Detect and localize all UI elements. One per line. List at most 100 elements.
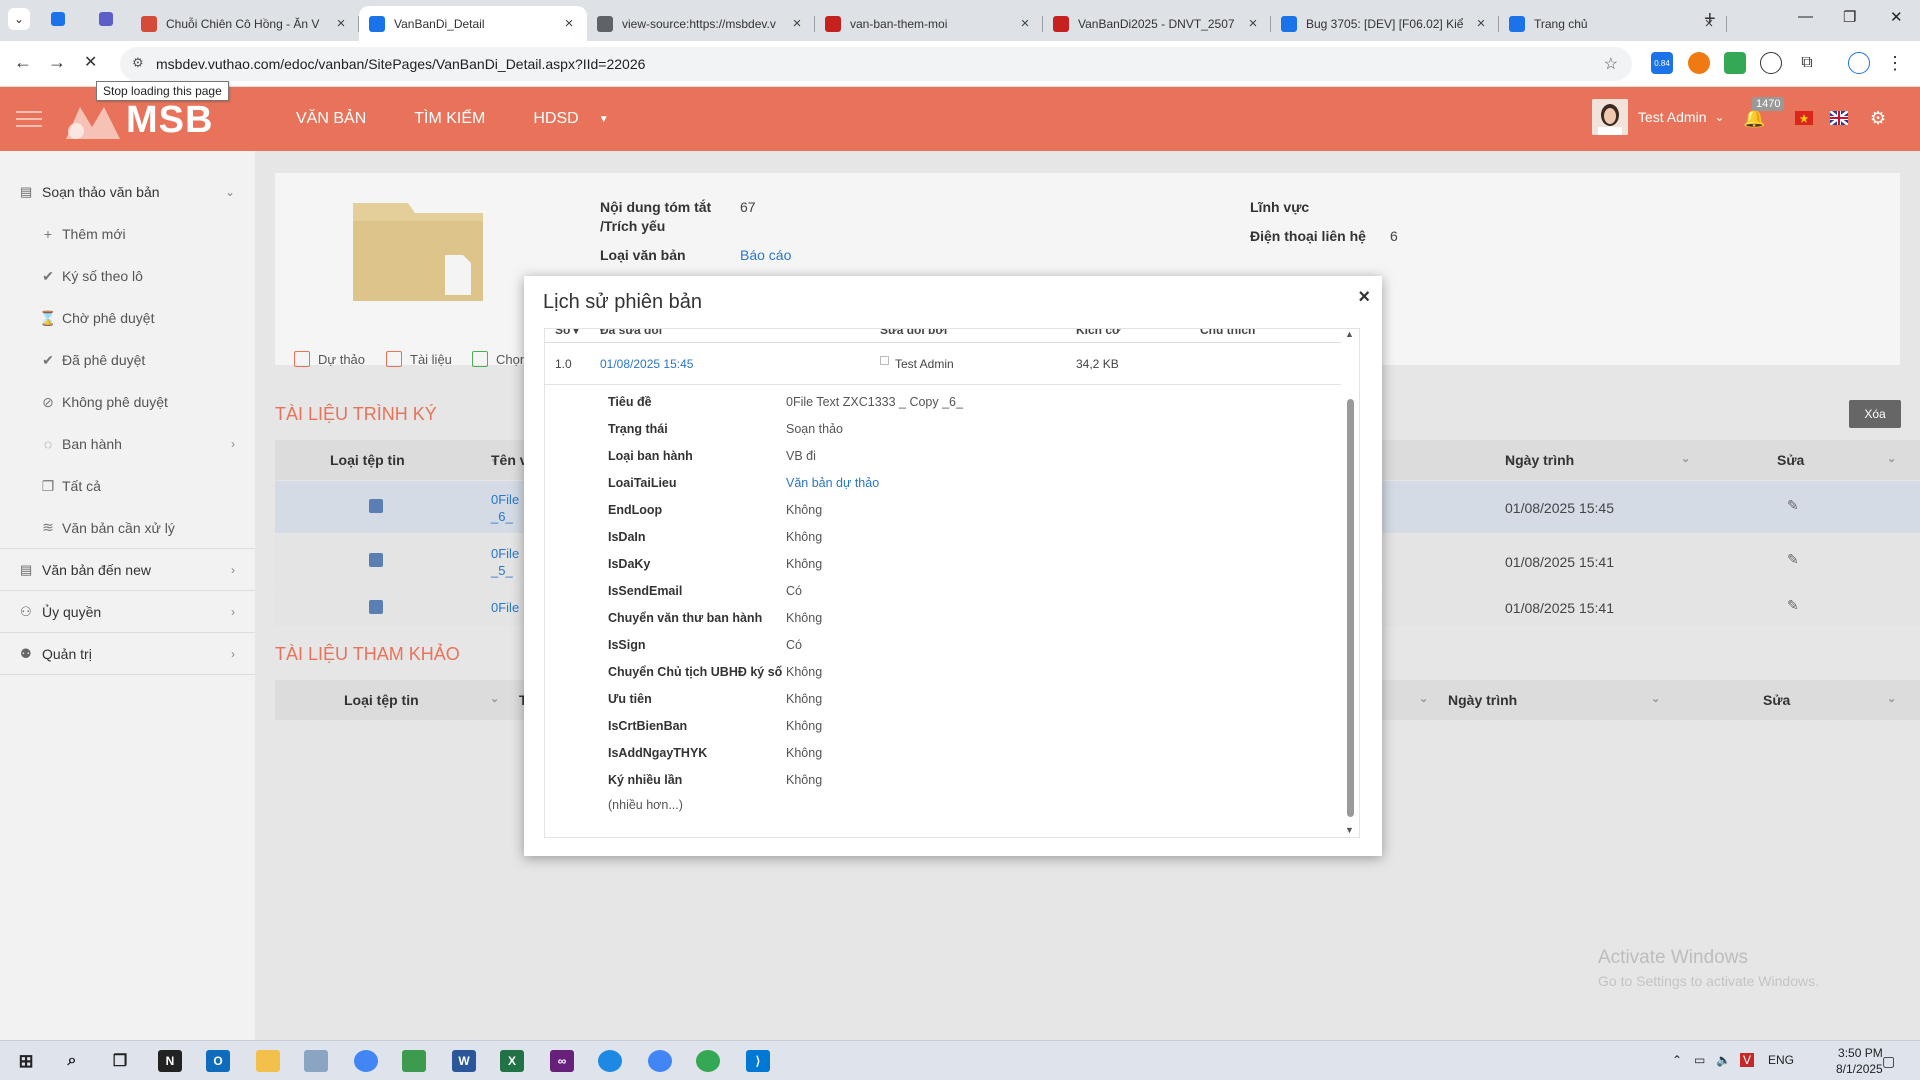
excel-icon[interactable]: X [500, 1050, 524, 1072]
sidebar-group-draft[interactable]: ▤ Soạn thảo văn bản ⌄ [0, 171, 255, 213]
col-edit-sort-icon[interactable]: ⌄ [1887, 692, 1896, 705]
col-date[interactable]: Ngày trình [1448, 692, 1517, 708]
col-date-sort-icon[interactable]: ⌄ [1681, 452, 1690, 465]
scroll-down-icon[interactable]: ▼ [1345, 825, 1354, 835]
sidebar-item-them-moi[interactable]: + Thêm mới [0, 213, 255, 255]
row-name-suffix[interactable]: _6_ [491, 509, 513, 524]
doctype-value[interactable]: Báo cáo [740, 247, 791, 263]
tab-close-icon[interactable]: × [1245, 15, 1261, 32]
hdsd-caret-icon[interactable]: ▼ [599, 114, 609, 128]
menu-van-ban[interactable]: VĂN BẢN [296, 110, 366, 128]
sidebar-item-khong-phe-duyet[interactable]: ⊘ Không phê duyệt [0, 381, 255, 423]
visual-studio-icon[interactable]: ∞ [550, 1050, 574, 1072]
notepad-icon[interactable] [402, 1050, 426, 1072]
close-window-button[interactable]: ✕ [1890, 8, 1903, 26]
url-input[interactable]: ⚙ msbdev.vuthao.com/edoc/vanban/SitePage… [120, 47, 1632, 81]
vietkey-icon[interactable]: V [1740, 1053, 1755, 1067]
row-name-link[interactable]: 0File [491, 600, 519, 615]
tab-search-icon[interactable]: ⌄ [8, 8, 30, 30]
col-edit[interactable]: Sửa [1763, 692, 1790, 708]
col-version-no[interactable]: Số [555, 329, 570, 337]
clock[interactable]: 3:50 PM 8/1/2025 [1836, 1045, 1883, 1077]
sidebar-item-da-phe-duyet[interactable]: ✔ Đã phê duyệt [0, 339, 255, 381]
sidebar-item-can-xu-ly[interactable]: ≋ Văn bản cần xử lý [0, 507, 255, 549]
pinned-teams-icon[interactable] [96, 9, 116, 29]
extension-orange-icon[interactable] [1688, 52, 1710, 74]
vscode-icon[interactable]: ⟩ [746, 1050, 770, 1072]
tab-close-icon[interactable]: × [1017, 15, 1033, 32]
col-edit[interactable]: Sửa [1777, 452, 1804, 468]
vietnam-flag-icon[interactable] [1795, 109, 1813, 130]
tab-close-icon[interactable]: × [789, 15, 805, 32]
pinned-tab-icon[interactable] [48, 9, 68, 29]
property-value-link[interactable]: Văn bản dự thảo [786, 476, 879, 490]
sidebar-group-quan-tri[interactable]: ⚉ Quản trị › [0, 633, 255, 675]
choose-button[interactable]: Chọn [472, 351, 527, 367]
user-menu[interactable]: Test Admin ⌄ [1592, 99, 1725, 135]
word-icon[interactable]: W [452, 1050, 476, 1072]
browser-tab[interactable]: van-ban-them-moi × [815, 6, 1043, 41]
search-icon[interactable]: ⌕ [60, 1050, 84, 1072]
tray-chevron-icon[interactable]: ⌃ [1672, 1053, 1682, 1067]
sidebar-item-ky-so-theo-lo[interactable]: ✔ Ký số theo lô [0, 255, 255, 297]
col-edit-sort-icon[interactable]: ⌄ [1887, 452, 1896, 465]
notion-icon[interactable]: N [158, 1050, 182, 1072]
close-icon[interactable]: × [1358, 286, 1370, 309]
scrollbar-thumb[interactable] [1347, 399, 1354, 817]
forward-button[interactable]: → [48, 52, 66, 73]
col-date-sort-icon[interactable]: ⌄ [1651, 692, 1660, 705]
tab-close-icon[interactable]: × [561, 15, 577, 32]
app-tool-icon[interactable] [304, 1050, 328, 1072]
tab-close-icon[interactable]: × [333, 15, 349, 32]
back-button[interactable]: ← [14, 52, 32, 73]
show-more-link[interactable]: (nhiều hơn...) [608, 798, 1359, 812]
extensions-puzzle-icon[interactable]: ⧉ [1796, 52, 1818, 74]
chrome-profile-2-icon[interactable] [696, 1050, 720, 1072]
notifications-icon[interactable]: ▢ [1882, 1053, 1895, 1070]
browser-tab[interactable]: VanBanDi2025 - DNVT_2507 × [1043, 6, 1271, 41]
col-modified-by[interactable]: Sửa đổi bởi [880, 329, 947, 337]
col-sort-icon[interactable]: ⌄ [1419, 692, 1428, 705]
new-tab-button[interactable]: + [1704, 8, 1716, 31]
draft-button[interactable]: Dự thảo [294, 351, 365, 367]
row-name-link[interactable]: 0File [491, 546, 519, 561]
edit-icon[interactable]: ✎ [1787, 551, 1799, 568]
col-comment[interactable]: Chú thích [1200, 329, 1255, 337]
browser-tab[interactable]: Chuỗi Chiên Cô Hồng - Ăn V × [131, 6, 359, 41]
extension-green-icon[interactable] [1724, 52, 1746, 74]
file-explorer-icon[interactable] [256, 1050, 280, 1072]
row-name-suffix[interactable]: _5_ [491, 563, 513, 578]
version-history-list[interactable]: Số ▾ Đã sửa đổi Sửa đổi bởi Kích cỡ Chú … [544, 328, 1360, 838]
profile-icon[interactable] [1848, 52, 1870, 74]
sidebar-item-ban-hanh[interactable]: ◌ Ban hành › [0, 423, 255, 465]
extension-meter-icon[interactable]: 0.84 [1651, 52, 1673, 74]
browser-tab[interactable]: VanBanDi_Detail × [359, 6, 587, 41]
version-modified-link[interactable]: 01/08/2025 15:45 [600, 357, 693, 371]
sidebar-item-cho-phe-duyet[interactable]: ⌛ Chờ phê duyệt [0, 297, 255, 339]
col-modified[interactable]: Đã sửa đổi [600, 329, 662, 337]
sidebar-item-tat-ca[interactable]: ❐ Tất cả [0, 465, 255, 507]
bookmark-star-icon[interactable]: ☆ [1604, 54, 1618, 74]
tab-close-icon[interactable]: × [1473, 15, 1489, 32]
menu-tim-kiem[interactable]: TÌM KIẾM [414, 110, 485, 128]
col-size[interactable]: Kích cỡ [1076, 329, 1121, 337]
browser-tab[interactable]: Bug 3705: [DEV] [F06.02] Kiể × [1271, 6, 1499, 41]
hamburger-menu-icon[interactable] [16, 111, 42, 127]
browser-tab[interactable]: view-source:https://msbdev.v × [587, 6, 815, 41]
col-date[interactable]: Ngày trình [1505, 452, 1574, 468]
outlook-icon[interactable]: O [206, 1050, 230, 1072]
language-indicator[interactable]: ENG [1768, 1053, 1794, 1067]
edit-icon[interactable]: ✎ [1787, 597, 1799, 614]
restore-button[interactable]: ❐ [1843, 8, 1856, 26]
sidebar-group-van-ban-den[interactable]: ▤ Văn bản đến new › [0, 549, 255, 591]
row-name-link[interactable]: 0File [491, 492, 519, 507]
chrome-profile-icon[interactable] [648, 1050, 672, 1072]
chrome-icon[interactable] [354, 1050, 378, 1072]
menu-hdsd[interactable]: HDSD [533, 110, 578, 128]
chrome-menu-icon[interactable]: ⋮ [1884, 52, 1906, 74]
scroll-up-icon[interactable]: ▲ [1345, 329, 1354, 339]
volume-icon[interactable]: 🔈 [1716, 1053, 1731, 1067]
col-file-type[interactable]: Loại tệp tin [330, 452, 405, 468]
col-sort-icon[interactable]: ⌄ [490, 692, 499, 705]
sidebar-group-uy-quyen[interactable]: ⚇ Ủy quyền › [0, 591, 255, 633]
